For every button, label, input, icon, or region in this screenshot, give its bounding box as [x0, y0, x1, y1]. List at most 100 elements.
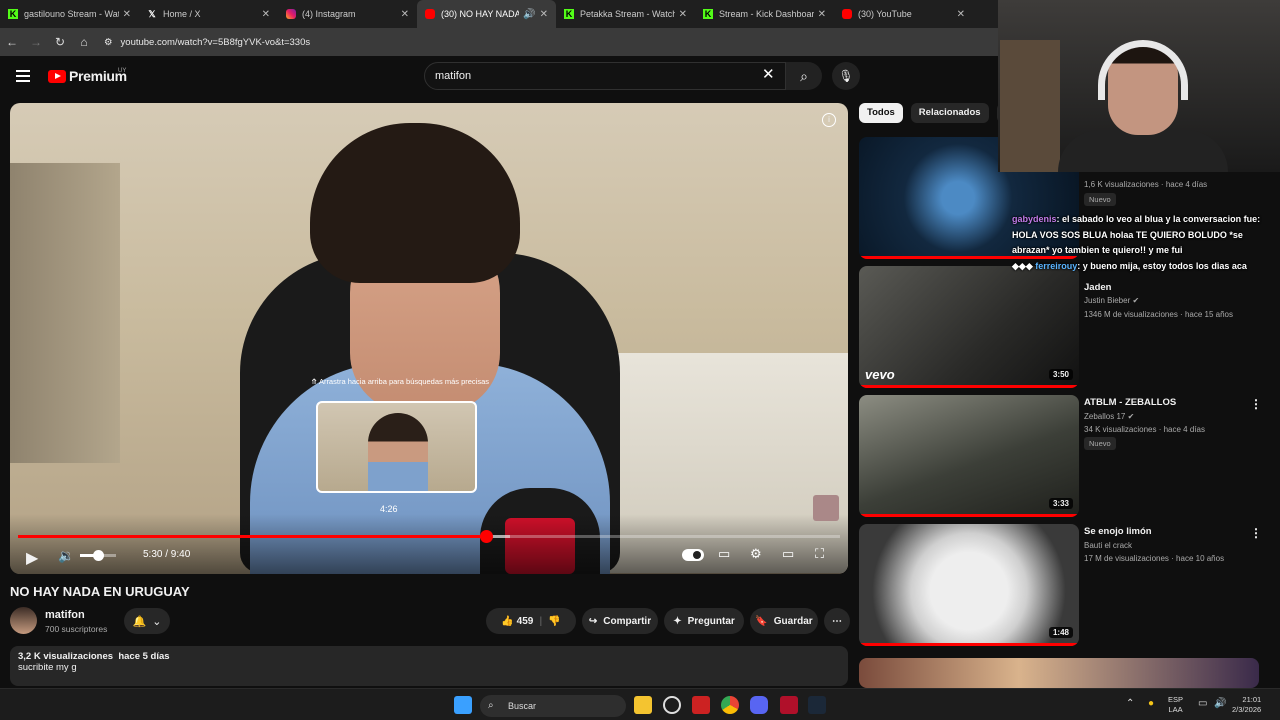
- voice-search-button[interactable]: 🎙: [832, 62, 860, 90]
- settings-icon[interactable]: ⚙: [750, 546, 762, 562]
- rec-thumbnail-5[interactable]: [859, 658, 1259, 688]
- dislike-button[interactable]: 👎: [548, 616, 560, 627]
- tab-petakka[interactable]: K Petakka Stream - Watch L ✕: [556, 0, 695, 28]
- sparkle-icon: ✦: [673, 615, 682, 627]
- progress-played: [18, 535, 486, 538]
- steam-icon[interactable]: [808, 696, 826, 714]
- tab-kick-dashboard[interactable]: K Stream - Kick Dashboard ✕: [695, 0, 834, 28]
- like-button[interactable]: 👍 459: [501, 616, 533, 627]
- speaker-icon[interactable]: 🔊: [1214, 699, 1226, 709]
- back-icon[interactable]: ←: [0, 35, 24, 49]
- tab-instagram[interactable]: (4) Instagram ✕: [278, 0, 417, 28]
- menu-icon[interactable]: [16, 70, 30, 85]
- tab-youtube-video[interactable]: (30) NO HAY NADA E🔊✕: [417, 0, 556, 28]
- autoplay-toggle[interactable]: [682, 549, 704, 561]
- subtitles-icon[interactable]: ▭: [718, 546, 730, 562]
- rec-channel-3[interactable]: Zeballos 17 ✔: [1084, 412, 1134, 421]
- progress-scrubber[interactable]: [479, 530, 493, 543]
- obs-icon[interactable]: [663, 696, 681, 714]
- stream-chat-overlay: gabydenis: el sabado lo veo al blua y la…: [1012, 212, 1280, 274]
- tab-gastilouno[interactable]: Kgastilouno Stream - Watc ✕: [0, 0, 139, 28]
- play-icon[interactable]: ▶: [26, 548, 38, 568]
- close-icon[interactable]: ✕: [957, 9, 965, 20]
- search-button[interactable]: ⌕: [786, 62, 822, 90]
- ask-button[interactable]: ✦ Preguntar: [664, 608, 744, 634]
- youtube-icon: [842, 9, 852, 19]
- more-actions-button[interactable]: ⋯: [824, 608, 850, 634]
- more-options-icon[interactable]: ⋮: [1250, 526, 1262, 540]
- rec-channel-2[interactable]: Justin Bieber ✔: [1084, 296, 1139, 305]
- tab-x[interactable]: 𝕏 Home / X ✕: [139, 0, 278, 28]
- network-icon[interactable]: ▭: [1198, 699, 1207, 709]
- discord-icon[interactable]: [750, 696, 768, 714]
- tab-youtube[interactable]: (30) YouTube ✕: [834, 0, 973, 28]
- video-player[interactable]: i ⤊ Arrastra hacia arriba para búsquedas…: [10, 103, 848, 574]
- close-icon[interactable]: ✕: [401, 9, 409, 20]
- theater-mode-icon[interactable]: ▭: [782, 546, 794, 562]
- chat-username: ferreirouy: [1035, 260, 1078, 271]
- notifications-button[interactable]: 🔔 ⌄: [124, 608, 170, 634]
- mic-icon: 🎙: [838, 69, 854, 83]
- webcam-shelf: [1000, 40, 1060, 172]
- chrome-icon[interactable]: [721, 696, 739, 714]
- close-icon[interactable]: ✕: [123, 9, 131, 20]
- rec-meta-1: 1,6 K visualizaciones · hace 4 días: [1084, 180, 1208, 189]
- channel-avatar[interactable]: [10, 607, 37, 634]
- chip-related[interactable]: Relacionados: [910, 103, 989, 123]
- channel-name[interactable]: matifon: [45, 609, 85, 621]
- language-indicator[interactable]: ESP LAA: [1168, 695, 1183, 715]
- tray-mic-icon[interactable]: ●: [1148, 699, 1154, 709]
- save-button[interactable]: 🔖 Guardar: [750, 608, 818, 634]
- youtube-logo[interactable]: Premium UY: [48, 68, 127, 84]
- more-options-icon[interactable]: ⋮: [1250, 397, 1262, 411]
- close-icon[interactable]: ✕: [262, 9, 270, 20]
- info-icon[interactable]: i: [822, 113, 836, 127]
- clear-search-icon[interactable]: ✕: [762, 65, 775, 83]
- search-icon: ⌕: [800, 67, 808, 84]
- app-red-icon[interactable]: [780, 696, 798, 714]
- volume-icon[interactable]: 🔉: [58, 548, 74, 564]
- rec-thumbnail-2[interactable]: vevo 3:50: [859, 266, 1079, 388]
- end-screen-thumbnail[interactable]: [813, 495, 839, 521]
- description-text: sucribite my g: [18, 662, 77, 673]
- rec-thumbnail-3[interactable]: 3:33: [859, 395, 1079, 517]
- rec-title-3[interactable]: ATBLM - ZEBALLOS: [1084, 397, 1254, 408]
- app-icon[interactable]: [692, 696, 710, 714]
- rec-thumbnail-4[interactable]: 1:48: [859, 524, 1079, 646]
- volume-slider[interactable]: [80, 550, 116, 561]
- search-input[interactable]: matifon: [424, 62, 786, 90]
- progress-bar[interactable]: [18, 530, 840, 543]
- chip-all[interactable]: Todos: [859, 103, 903, 123]
- chevron-down-icon: ⌄: [152, 615, 162, 628]
- duration-badge: 3:33: [1048, 498, 1073, 509]
- browser-tabbar: Kgastilouno Stream - Watc ✕ 𝕏 Home / X ✕ (4…: [0, 0, 1000, 28]
- reload-icon[interactable]: ↻: [48, 35, 72, 49]
- rec-channel-4[interactable]: Bauti el crack: [1084, 541, 1132, 550]
- vevo-watermark: vevo: [865, 367, 895, 382]
- chat-text: : y bueno mija, estoy todos los dias aca: [1077, 260, 1247, 271]
- youtube-icon: [425, 9, 435, 19]
- description-box[interactable]: 3,2 K visualizaciones hace 5 días sucrib…: [10, 646, 848, 686]
- home-icon[interactable]: ⌂: [72, 35, 96, 49]
- url-field[interactable]: ⚙ youtube.com/watch?v=5B8fgYVK-vo&t=330s: [104, 37, 310, 48]
- start-icon[interactable]: [454, 696, 472, 714]
- bookmark-icon: 🔖: [755, 615, 768, 627]
- close-icon[interactable]: ✕: [540, 9, 548, 20]
- forward-icon[interactable]: →: [24, 35, 48, 49]
- filter-chips: Todos Relacionados P: [859, 103, 1019, 123]
- speaker-icon[interactable]: 🔊: [523, 9, 535, 20]
- clock[interactable]: 21:01 2/3/2026: [1232, 695, 1261, 715]
- share-button[interactable]: ↪ Compartir: [582, 608, 658, 634]
- fullscreen-icon[interactable]: ⛶: [815, 546, 824, 562]
- bell-icon: 🔔: [132, 615, 147, 628]
- close-icon[interactable]: ✕: [818, 9, 826, 20]
- file-explorer-icon[interactable]: [634, 696, 652, 714]
- rec-title-2[interactable]: Jaden: [1084, 282, 1254, 293]
- seek-preview-time: 4:26: [380, 504, 398, 514]
- close-icon[interactable]: ✕: [679, 9, 687, 20]
- tray-chevron-icon[interactable]: ⌃: [1126, 699, 1134, 709]
- x-icon: 𝕏: [148, 8, 156, 19]
- taskbar-search[interactable]: ⌕ Buscar: [480, 695, 626, 717]
- site-info-icon[interactable]: ⚙: [104, 37, 113, 48]
- rec-title-4[interactable]: Se enojo limón: [1084, 526, 1254, 537]
